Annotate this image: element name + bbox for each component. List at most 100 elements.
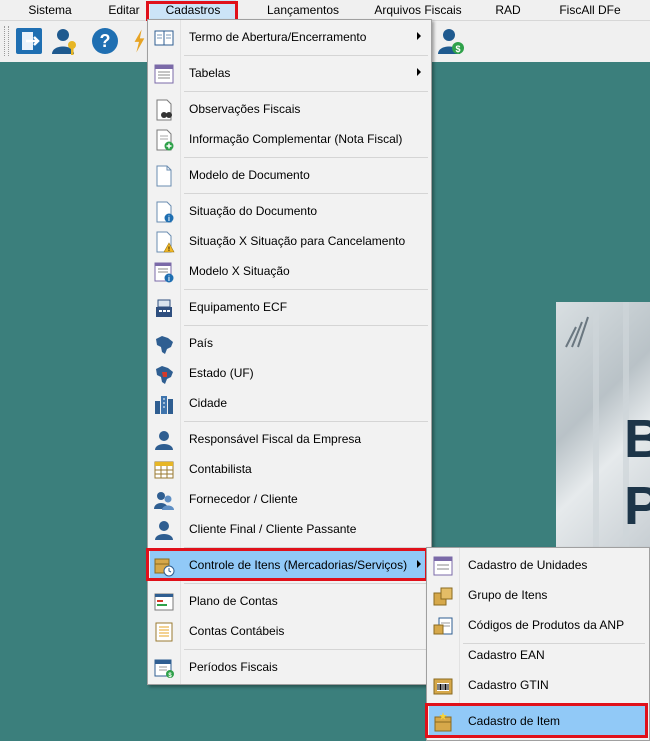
banner-graphic: B P	[565, 302, 650, 562]
menu-item-label: Contabilista	[189, 462, 252, 476]
menu-item-label: Tabelas	[189, 66, 231, 80]
user-icon	[153, 519, 175, 541]
menu-item-responsavel-fiscal[interactable]: Responsável Fiscal da Empresa	[150, 424, 429, 454]
submenu-item-grupo-itens[interactable]: Grupo de Itens	[429, 580, 647, 610]
user-money-icon: $	[438, 29, 464, 54]
menu-item-label: Fornecedor / Cliente	[189, 492, 298, 506]
exit-door-icon	[16, 28, 42, 54]
menu-item-label: Cadastro de Unidades	[468, 558, 588, 572]
units-list-icon	[432, 555, 454, 577]
svg-text:?: ?	[100, 31, 111, 51]
menu-item-label: Modelo de Documento	[189, 168, 310, 182]
menu-item-periodos-fiscais[interactable]: $ Períodos Fiscais	[150, 652, 429, 682]
menu-separator	[184, 583, 428, 584]
menu-fiscall-dfe[interactable]: FiscAll DFe	[550, 0, 630, 20]
menu-arquivos-fiscais[interactable]: Arquivos Fiscais	[366, 0, 470, 20]
brazil-map-icon	[153, 333, 175, 355]
anp-products-icon	[432, 615, 454, 637]
submenu-arrow-icon	[417, 32, 421, 40]
menu-item-label: Cadastro de Item	[468, 714, 561, 728]
boxes-icon	[432, 585, 454, 607]
menu-item-label: Grupo de Itens	[468, 588, 548, 602]
menu-item-cidade[interactable]: Cidade	[150, 388, 429, 418]
exit-button[interactable]	[12, 24, 46, 58]
toolbar-grip[interactable]	[4, 26, 9, 56]
menu-item-fornecedor-cliente[interactable]: Fornecedor / Cliente	[150, 484, 429, 514]
menu-separator	[184, 289, 428, 290]
items-control-icon	[153, 555, 175, 577]
menu-item-estado[interactable]: Estado (UF)	[150, 358, 429, 388]
menu-separator	[463, 703, 645, 704]
submenu-item-cadastro-ean[interactable]: Cadastro EAN	[429, 640, 647, 670]
svg-text:$: $	[455, 44, 460, 54]
menu-lancamentos[interactable]: Lançamentos	[258, 0, 348, 20]
submenu-item-cadastro-gtin[interactable]: Cadastro GTIN	[429, 670, 647, 700]
menu-item-plano-contas[interactable]: Plano de Contas	[150, 586, 429, 616]
user-money-button[interactable]: $	[434, 24, 468, 58]
menu-sistema[interactable]: Sistema	[20, 0, 80, 20]
menu-editar[interactable]: Editar	[98, 0, 150, 20]
document-add-icon	[153, 129, 175, 151]
menu-separator	[184, 193, 428, 194]
menu-separator	[184, 325, 428, 326]
city-buildings-icon	[153, 393, 175, 415]
user-icon	[153, 429, 175, 451]
chart-of-accounts-icon	[153, 591, 175, 613]
cadastros-menu: Termo de Abertura/Encerramento Tabelas O…	[147, 19, 432, 685]
menu-item-label: Modelo X Situação	[189, 264, 290, 278]
menu-item-situacao-documento[interactable]: i Situação do Documento	[150, 196, 429, 226]
menu-item-label: Situação X Situação para Cancelamento	[189, 234, 406, 248]
menu-item-label: País	[189, 336, 214, 350]
menu-item-label: Equipamento ECF	[189, 300, 288, 314]
document-list-info-icon: i	[153, 261, 175, 283]
menu-item-controle-itens[interactable]: Controle de Itens (Mercadorias/Serviços)	[150, 550, 429, 580]
menu-separator	[184, 547, 428, 548]
help-icon: ?	[92, 28, 118, 54]
menu-cadastros[interactable]: Cadastros	[150, 0, 236, 20]
document-info-icon: i	[153, 201, 175, 223]
submenu-arrow-icon	[417, 560, 421, 568]
blank-document-icon	[153, 165, 175, 187]
menu-item-label: Situação do Documento	[189, 204, 318, 218]
menu-item-label: Controle de Itens (Mercadorias/Serviços)	[189, 558, 408, 572]
help-button[interactable]: ?	[88, 24, 122, 58]
accounting-ledger-icon	[153, 621, 175, 643]
menu-item-label: Estado (UF)	[189, 366, 254, 380]
menu-rad[interactable]: RAD	[488, 0, 528, 20]
menu-item-contas-contabeis[interactable]: Contas Contábeis	[150, 616, 429, 646]
user-key-icon	[52, 29, 76, 55]
menu-item-label: Plano de Contas	[189, 594, 278, 608]
menu-separator	[184, 421, 428, 422]
menu-item-label: Períodos Fiscais	[189, 660, 278, 674]
menu-item-label: Contas Contábeis	[189, 624, 285, 638]
item-box-icon	[432, 711, 454, 733]
submenu-item-cadastro-item[interactable]: Cadastro de Item	[429, 706, 647, 736]
menu-item-situacao-cancelamento[interactable]: ! Situação X Situação para Cancelamento	[150, 226, 429, 256]
brazil-state-map-icon	[153, 363, 175, 385]
menu-item-equipamento-ecf[interactable]: Equipamento ECF	[150, 292, 429, 322]
spreadsheet-icon	[153, 459, 175, 481]
user-key-button[interactable]	[48, 24, 82, 58]
menu-item-tabelas[interactable]: Tabelas	[150, 58, 429, 88]
book-icon	[153, 27, 175, 49]
menu-item-modelo-situacao[interactable]: i Modelo X Situação	[150, 256, 429, 286]
menu-item-label: Cidade	[189, 396, 228, 410]
svg-text:i: i	[168, 276, 170, 283]
submenu-item-cadastro-unidades[interactable]: Cadastro de Unidades	[429, 550, 647, 580]
menu-item-observacoes-fiscais[interactable]: Observações Fiscais	[150, 94, 429, 124]
menu-item-label: Cadastro GTIN	[468, 678, 549, 692]
menu-item-label: Cliente Final / Cliente Passante	[189, 522, 357, 536]
menu-separator	[184, 91, 428, 92]
menu-item-pais[interactable]: País	[150, 328, 429, 358]
menu-item-cliente-final[interactable]: Cliente Final / Cliente Passante	[150, 514, 429, 544]
table-icon	[153, 63, 175, 85]
calendar-money-icon: $	[153, 657, 175, 679]
menu-item-modelo-documento[interactable]: Modelo de Documento	[150, 160, 429, 190]
menu-item-termo-abertura[interactable]: Termo de Abertura/Encerramento	[150, 22, 429, 52]
submenu-item-codigos-anp[interactable]: Códigos de Produtos da ANP	[429, 610, 647, 640]
lightning-button[interactable]	[130, 24, 148, 58]
lightning-icon	[134, 29, 145, 53]
menu-item-contabilista[interactable]: Contabilista	[150, 454, 429, 484]
barcode-box-icon	[432, 675, 454, 697]
menu-item-informacao-complementar[interactable]: Informação Complementar (Nota Fiscal)	[150, 124, 429, 154]
